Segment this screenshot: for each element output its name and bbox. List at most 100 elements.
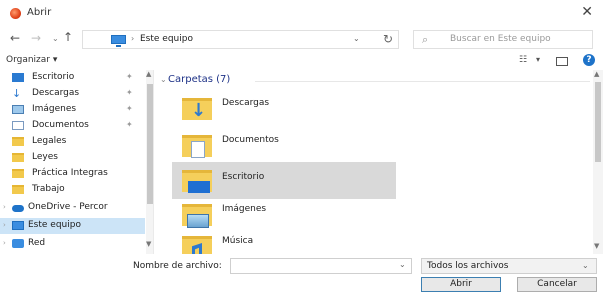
sidebar-item-label: OneDrive - Percor <box>28 202 108 212</box>
window-title: Abrir <box>27 7 52 18</box>
help-icon[interactable]: ? <box>583 54 595 66</box>
folder-icon <box>12 169 24 178</box>
sidebar-item-legales[interactable]: Legales <box>0 134 145 150</box>
expand-chevron-icon[interactable]: › <box>3 221 6 229</box>
navigation-bar: ← → ⌄ ↑ › Este equipo ⌄ ↻ ⌕ Buscar en Es… <box>0 26 605 52</box>
command-bar: Organizar ▾ ☷ ▾ ? <box>0 52 605 70</box>
folder-item-escritorio[interactable]: Escritorio <box>172 162 396 199</box>
view-options-icon[interactable]: ☷ <box>519 55 527 65</box>
sidebar-item-label: Imágenes <box>32 104 77 114</box>
sidebar-item-label: Legales <box>32 136 67 146</box>
this-pc-icon <box>111 35 126 47</box>
scroll-up-icon[interactable]: ▲ <box>146 70 151 78</box>
filename-dropdown-chevron-icon[interactable]: ⌄ <box>399 260 406 269</box>
expand-chevron-icon[interactable]: › <box>3 239 6 247</box>
sidebar-item-label: Este equipo <box>28 220 81 230</box>
pin-icon: ✦ <box>126 72 133 81</box>
folder-label: Imágenes <box>222 204 267 214</box>
breadcrumb-separator: › <box>131 34 135 43</box>
forward-arrow-icon[interactable]: → <box>31 31 41 45</box>
sidebar-scrollbar[interactable]: ▲ ▼ <box>146 70 153 254</box>
folder-item-documentos[interactable]: Documentos <box>172 127 396 164</box>
breadcrumb-este-equipo[interactable]: Este equipo <box>140 34 193 44</box>
pin-icon: ✦ <box>126 88 133 97</box>
network-icon <box>12 239 24 248</box>
sidebar-item-label: Red <box>28 238 46 248</box>
view-dropdown-icon[interactable]: ▾ <box>536 55 540 64</box>
sidebar-item-label: Escritorio <box>32 72 75 82</box>
title-bar: Abrir ✕ <box>0 0 605 26</box>
refresh-icon[interactable]: ↻ <box>383 32 393 46</box>
navigation-pane: Escritorio ✦ ↓ Descargas ✦ Imágenes ✦ Do… <box>0 70 154 254</box>
expand-chevron-icon[interactable]: › <box>3 203 6 211</box>
music-folder-icon <box>182 236 212 254</box>
desktop-folder-icon <box>182 170 212 193</box>
sidebar-item-escritorio[interactable]: Escritorio ✦ <box>0 70 145 86</box>
folder-label: Música <box>222 236 254 246</box>
sidebar-item-label: Práctica Integras <box>32 168 108 178</box>
folder-item-musica[interactable]: Música <box>172 228 396 254</box>
folder-icon <box>12 185 24 194</box>
dialog-footer: Nombre de archivo: ⌄ Todos los archivos … <box>0 254 605 294</box>
sidebar-item-red[interactable]: › Red <box>0 236 145 252</box>
close-icon[interactable]: ✕ <box>581 4 593 20</box>
sidebar-item-este-equipo[interactable]: › Este equipo <box>0 218 145 234</box>
documents-folder-icon <box>182 135 212 158</box>
organize-button[interactable]: Organizar ▾ <box>6 55 57 65</box>
sidebar-item-leyes[interactable]: Leyes <box>0 150 145 166</box>
search-input[interactable]: ⌕ Buscar en Este equipo <box>413 30 593 49</box>
search-placeholder: Buscar en Este equipo <box>450 34 551 44</box>
sidebar-item-practica-integras[interactable]: Práctica Integras <box>0 166 145 182</box>
scrollbar-thumb[interactable] <box>147 84 153 204</box>
search-icon: ⌕ <box>422 33 429 46</box>
folder-label: Documentos <box>222 135 279 145</box>
pin-icon: ✦ <box>126 104 133 113</box>
back-arrow-icon[interactable]: ← <box>10 31 20 45</box>
group-header-carpetas[interactable]: Carpetas (7) <box>168 74 230 85</box>
scroll-down-icon[interactable]: ▼ <box>594 242 599 250</box>
pin-icon: ✦ <box>126 120 133 129</box>
downloads-folder-icon <box>182 98 212 120</box>
collapse-group-chevron-icon[interactable]: ⌄ <box>160 75 167 84</box>
sidebar-item-label: Documentos <box>32 120 89 130</box>
filetype-select[interactable]: Todos los archivos ⌄ <box>421 258 597 274</box>
sidebar-item-imagenes[interactable]: Imágenes ✦ <box>0 102 145 118</box>
desktop-icon <box>12 73 24 82</box>
filetype-value: Todos los archivos <box>427 261 509 271</box>
sidebar-item-label: Leyes <box>32 152 58 162</box>
folder-item-descargas[interactable]: Descargas <box>172 90 396 127</box>
images-folder-icon <box>182 204 212 228</box>
filename-label: Nombre de archivo: <box>133 261 222 271</box>
onedrive-icon <box>12 205 24 212</box>
cancel-button[interactable]: Cancelar <box>517 277 597 292</box>
download-icon: ↓ <box>12 87 22 100</box>
images-icon <box>12 105 24 114</box>
sidebar-item-onedrive[interactable]: › OneDrive - Percor <box>0 200 145 216</box>
sidebar-item-descargas[interactable]: ↓ Descargas ✦ <box>0 86 145 102</box>
open-button[interactable]: Abrir <box>421 277 501 292</box>
filename-dropdown-wrapper: ⌄ <box>230 258 412 274</box>
documents-icon <box>12 121 24 130</box>
sidebar-item-label: Descargas <box>32 88 80 98</box>
content-scrollbar[interactable]: ▲ ▼ <box>593 70 603 254</box>
sidebar-item-label: Trabajo <box>32 184 65 194</box>
scroll-up-icon[interactable]: ▲ <box>594 70 599 78</box>
filetype-chevron-icon: ⌄ <box>582 261 589 270</box>
app-icon <box>10 8 21 19</box>
folder-icon <box>12 153 24 162</box>
recent-locations-chevron-icon[interactable]: ⌄ <box>52 32 59 46</box>
sidebar-item-trabajo[interactable]: Trabajo <box>0 182 145 198</box>
file-list: ⌄ Carpetas (7) Descargas Documentos Escr… <box>160 70 593 254</box>
preview-pane-icon[interactable] <box>556 57 568 66</box>
sidebar-item-documentos[interactable]: Documentos ✦ <box>0 118 145 134</box>
folder-icon <box>12 137 24 146</box>
scroll-down-icon[interactable]: ▼ <box>146 240 151 248</box>
group-divider <box>255 81 590 82</box>
this-pc-icon <box>12 221 24 230</box>
scrollbar-thumb[interactable] <box>595 82 601 162</box>
address-dropdown-chevron-icon[interactable]: ⌄ <box>353 34 360 43</box>
folder-label: Descargas <box>222 98 270 108</box>
up-arrow-icon[interactable]: ↑ <box>63 30 73 44</box>
address-bar[interactable]: › Este equipo ⌄ ↻ <box>82 30 399 49</box>
folder-label: Escritorio <box>222 172 265 182</box>
